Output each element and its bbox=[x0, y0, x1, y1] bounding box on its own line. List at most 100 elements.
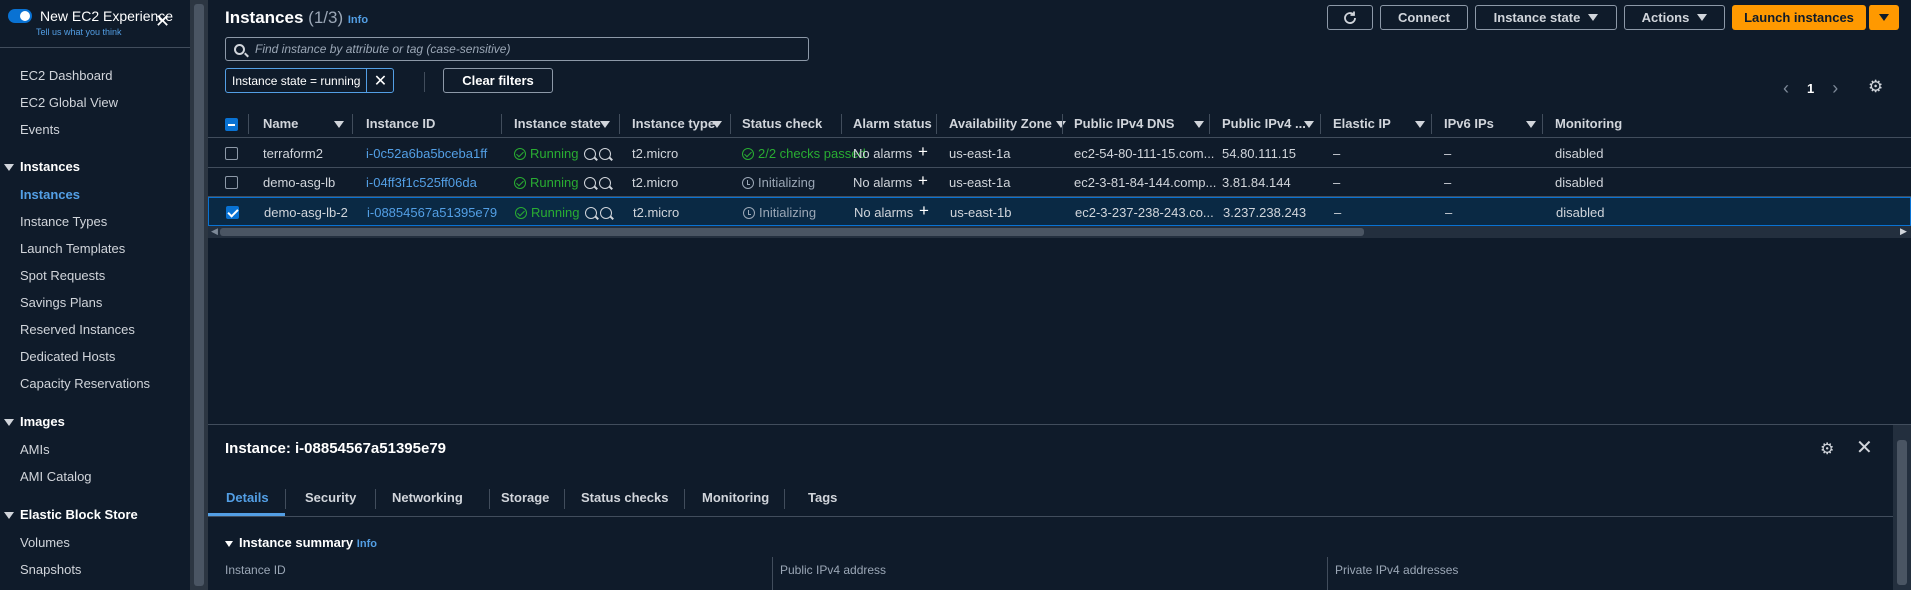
page-title: Instances (1/3) Info bbox=[225, 8, 369, 27]
row-checkbox[interactable] bbox=[226, 206, 239, 219]
sidebar-item-dedicated-hosts[interactable]: Dedicated Hosts bbox=[20, 349, 115, 364]
info-link[interactable]: Info bbox=[348, 14, 368, 26]
column-instance-state[interactable]: Instance state bbox=[514, 116, 610, 131]
column-elastic-ip[interactable]: Elastic IP bbox=[1333, 116, 1425, 131]
column-monitoring[interactable]: Monitoring bbox=[1555, 116, 1622, 131]
actions-dropdown[interactable]: Actions bbox=[1624, 5, 1725, 30]
cell-status[interactable]: 2/2 checks passed bbox=[742, 146, 866, 161]
sidebar-divider bbox=[0, 47, 190, 48]
sidebar-item-savings-plans[interactable]: Savings Plans bbox=[20, 295, 102, 310]
sidebar-scrollbar-thumb[interactable] bbox=[194, 4, 204, 586]
column-public-ipv4[interactable]: Public IPv4 ... bbox=[1222, 116, 1314, 131]
field-public-ipv4-label: Public IPv4 address bbox=[780, 563, 887, 577]
table-row[interactable]: terraform2 i-0c52a6ba5bceba1ff Running t… bbox=[208, 139, 1911, 168]
column-status-check[interactable]: Status check bbox=[742, 116, 822, 131]
tab-storage[interactable]: Storage bbox=[501, 490, 549, 505]
filter-divider bbox=[424, 72, 425, 92]
sidebar-item-spot-requests[interactable]: Spot Requests bbox=[20, 268, 105, 283]
gear-icon[interactable]: ⚙ bbox=[1820, 439, 1834, 459]
sidebar-item-ec2-global-view[interactable]: EC2 Global View bbox=[20, 95, 118, 110]
launch-instances-menu-button[interactable] bbox=[1868, 5, 1899, 30]
close-icon[interactable]: ✕ bbox=[1856, 435, 1873, 460]
column-instance-id[interactable]: Instance ID bbox=[366, 116, 435, 131]
column-divider bbox=[1542, 114, 1543, 134]
search-input[interactable]: Find instance by attribute or tag (case-… bbox=[225, 37, 809, 61]
add-alarm-icon[interactable]: + bbox=[918, 171, 928, 191]
column-availability-zone[interactable]: Availability Zone bbox=[949, 116, 1066, 131]
sidebar-item-snapshots[interactable]: Snapshots bbox=[20, 562, 81, 577]
zoom-out-icon[interactable] bbox=[600, 207, 612, 219]
cell-instance-id-link[interactable]: i-04ff3f1c525ff06da bbox=[366, 175, 477, 190]
sidebar-item-ec2-dashboard[interactable]: EC2 Dashboard bbox=[20, 68, 113, 83]
cell-instance-id-link[interactable]: i-0c52a6ba5bceba1ff bbox=[366, 146, 487, 161]
connect-button[interactable]: Connect bbox=[1380, 5, 1468, 30]
add-alarm-icon[interactable]: + bbox=[919, 201, 929, 221]
remove-filter-icon[interactable]: ✕ bbox=[367, 71, 393, 91]
scroll-right-icon[interactable]: ▶ bbox=[1900, 226, 1907, 237]
tab-tags[interactable]: Tags bbox=[808, 490, 837, 505]
chevron-left-icon[interactable]: ‹ bbox=[1783, 78, 1789, 99]
sidebar-item-amis[interactable]: AMIs bbox=[20, 442, 50, 457]
tab-security[interactable]: Security bbox=[305, 490, 356, 505]
column-instance-type[interactable]: Instance type bbox=[632, 116, 722, 131]
zoom-in-icon[interactable] bbox=[584, 177, 596, 189]
chevron-right-icon[interactable]: › bbox=[1832, 78, 1838, 99]
zoom-out-icon[interactable] bbox=[599, 148, 611, 160]
table-row[interactable]: demo-asg-lb i-04ff3f1c525ff06da Running … bbox=[208, 168, 1911, 197]
row-checkbox[interactable] bbox=[225, 147, 238, 160]
sidebar-item-volumes[interactable]: Volumes bbox=[20, 535, 70, 550]
sidebar-item-launch-templates[interactable]: Launch Templates bbox=[20, 241, 125, 256]
column-public-dns[interactable]: Public IPv4 DNS bbox=[1074, 116, 1204, 131]
sidebar-item-instance-types[interactable]: Instance Types bbox=[20, 214, 107, 229]
instance-state-dropdown[interactable]: Instance state bbox=[1475, 5, 1617, 30]
sidebar-section-ebs[interactable]: Elastic Block Store bbox=[4, 507, 138, 522]
sidebar-item-instances[interactable]: Instances bbox=[20, 187, 80, 202]
main-content: Instances (1/3) Info Connect Instance st… bbox=[208, 0, 1911, 590]
instance-summary-heading[interactable]: Instance summary Info bbox=[225, 535, 377, 550]
feedback-link[interactable]: Tell us what you think bbox=[36, 27, 122, 37]
add-alarm-icon[interactable]: + bbox=[918, 142, 928, 162]
scroll-left-icon[interactable]: ◀ bbox=[211, 226, 218, 237]
tab-networking[interactable]: Networking bbox=[392, 490, 463, 505]
cell-instance-id-link[interactable]: i-08854567a51395e79 bbox=[367, 205, 497, 220]
zoom-in-icon[interactable] bbox=[585, 207, 597, 219]
clear-filters-button[interactable]: Clear filters bbox=[443, 68, 553, 93]
cell-type: t2.micro bbox=[632, 175, 679, 190]
column-divider bbox=[501, 114, 502, 134]
table-row-selected[interactable]: demo-asg-lb-2 i-08854567a51395e79 Runnin… bbox=[208, 197, 1911, 226]
column-name[interactable]: Name bbox=[263, 116, 344, 131]
table-horizontal-scrollbar[interactable]: ◀ ▶ bbox=[208, 226, 1911, 238]
details-panel: Instance: i-08854567a51395e79 ⚙ ✕ Detail… bbox=[208, 425, 1893, 590]
scrollbar-thumb[interactable] bbox=[220, 228, 1364, 236]
sidebar-item-capacity-reservations[interactable]: Capacity Reservations bbox=[20, 376, 150, 391]
column-alarm-status[interactable]: Alarm status bbox=[853, 116, 932, 131]
cell-monitoring: disabled bbox=[1555, 175, 1604, 190]
row-checkbox[interactable] bbox=[225, 176, 238, 189]
sidebar-item-ami-catalog[interactable]: AMI Catalog bbox=[20, 469, 92, 484]
launch-instances-button[interactable]: Launch instances bbox=[1732, 5, 1866, 30]
experience-title: New EC2 Experience bbox=[40, 8, 174, 24]
cell-monitoring: disabled bbox=[1555, 146, 1604, 161]
info-link[interactable]: Info bbox=[357, 538, 377, 550]
page-number[interactable]: 1 bbox=[1807, 81, 1814, 96]
new-experience-toggle[interactable] bbox=[8, 9, 32, 23]
details-scrollbar-thumb[interactable] bbox=[1897, 440, 1907, 585]
tab-status-checks[interactable]: Status checks bbox=[581, 490, 668, 505]
refresh-button[interactable] bbox=[1327, 5, 1373, 30]
close-icon[interactable]: ✕ bbox=[155, 12, 170, 30]
sidebar-section-instances[interactable]: Instances bbox=[4, 159, 80, 174]
gear-icon[interactable]: ⚙ bbox=[1868, 77, 1883, 97]
sidebar-section-images[interactable]: Images bbox=[4, 414, 65, 429]
tab-monitoring[interactable]: Monitoring bbox=[702, 490, 769, 505]
sidebar-item-events[interactable]: Events bbox=[20, 122, 60, 137]
zoom-in-icon[interactable] bbox=[584, 148, 596, 160]
pagination: ‹ 1 › bbox=[1783, 78, 1838, 99]
cell-state: Running bbox=[514, 175, 578, 190]
tab-details[interactable]: Details bbox=[226, 490, 269, 505]
sidebar-item-reserved-instances[interactable]: Reserved Instances bbox=[20, 322, 135, 337]
select-all-checkbox[interactable] bbox=[225, 118, 238, 131]
caret-down-icon bbox=[4, 164, 14, 172]
zoom-out-icon[interactable] bbox=[599, 177, 611, 189]
column-ipv6[interactable]: IPv6 IPs bbox=[1444, 116, 1536, 131]
filter-token[interactable]: Instance state = running ✕ bbox=[225, 68, 395, 93]
